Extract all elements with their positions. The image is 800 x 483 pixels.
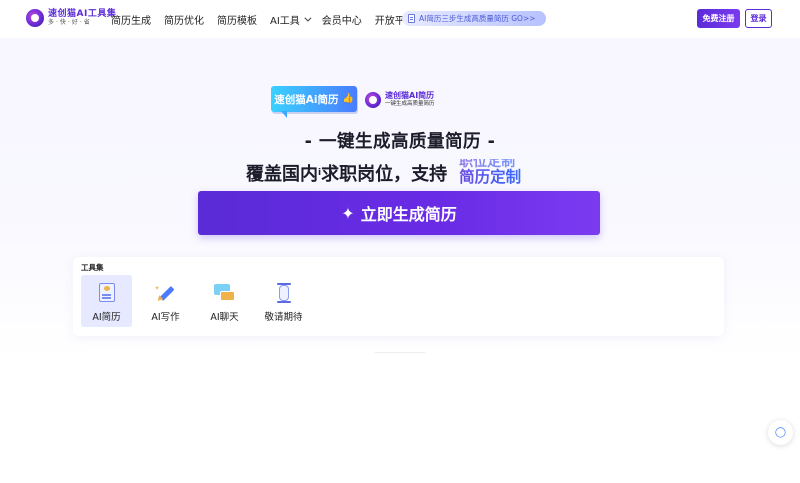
main-nav: 简历生成 简历优化 简历模板 AI工具 会员中心 开放平台: [111, 0, 428, 38]
tool-label: 敬请期待: [264, 312, 303, 323]
site-logo[interactable]: 速创猫AI工具集 多·快·好·省: [26, 9, 116, 27]
top-navbar: 速创猫AI工具集 多·快·好·省 简历生成 简历优化 简历模板 AI工具 会员中…: [0, 0, 800, 38]
logo-subtitle: 多·快·好·省: [48, 19, 92, 26]
nav-item-resume-generate[interactable]: 简历生成: [111, 12, 151, 27]
promo-banner[interactable]: AI简历三步生成高质量简历 GO>>: [402, 11, 546, 26]
headset-icon: ◯: [774, 427, 787, 438]
hero-brand-subtitle: 一键生成高质量简历: [385, 101, 435, 107]
hero-badge: 速创猫Ai简历 👍: [271, 86, 357, 118]
register-button[interactable]: 免费注册: [697, 9, 740, 28]
pen-icon: ✦: [155, 283, 177, 303]
tools-panel-title: 工具集: [81, 263, 104, 272]
tool-coming-soon[interactable]: 敬请期待: [258, 275, 309, 327]
document-icon: [408, 14, 415, 23]
tool-label: AI聊天: [210, 312, 239, 323]
tool-label: AI写作: [151, 312, 180, 323]
hero-subline-suffix: 求职岗位，支持: [321, 164, 448, 185]
logo-title: 速创猫AI工具集: [48, 9, 117, 19]
nav-item-resume-optimize[interactable]: 简历优化: [164, 12, 204, 27]
promo-text: AI简历三步生成高质量简历 GO>>: [419, 14, 536, 23]
hero-slogan: - 一键生成高质量简历 -: [304, 132, 496, 152]
tool-ai-writing[interactable]: ✦ AI写作: [140, 275, 191, 327]
nav-item-ai-tools-label: AI工具: [270, 15, 300, 27]
tool-ai-resume[interactable]: AI简历: [81, 275, 132, 327]
hero-subline: 覆盖国内 i 求职岗位，支持 职位定制 简历定制: [246, 159, 537, 187]
hero-brand-title: 速创猫AI简历: [385, 91, 435, 100]
divider: [375, 352, 425, 353]
generate-resume-label: 立即生成简历: [360, 205, 457, 224]
tool-label: AI简历: [92, 312, 121, 323]
login-button[interactable]: 登录: [745, 9, 772, 28]
hero-brand-logo: 速创猫AI简历 一键生成高质量简历: [365, 91, 435, 108]
generate-resume-button[interactable]: ✦ 立即生成简历: [198, 191, 600, 235]
resume-icon: [96, 283, 118, 303]
chevron-down-icon: [304, 14, 312, 22]
nav-item-resume-templates[interactable]: 简历模板: [217, 12, 257, 27]
thumbs-up-icon: 👍: [342, 94, 354, 104]
hero-badge-text: 速创猫Ai简历: [274, 93, 339, 106]
tools-panel: 工具集 AI简历 ✦ AI写作 AI聊天 敬请期待: [73, 257, 724, 336]
chat-icon: [213, 283, 236, 303]
hero-subline-prefix: 覆盖国内: [246, 164, 318, 185]
tool-ai-chat[interactable]: AI聊天: [199, 275, 250, 327]
sparkle-icon: ✦: [341, 203, 355, 223]
logo-mark-icon: [26, 9, 44, 27]
nav-item-member-center[interactable]: 会员中心: [322, 12, 362, 27]
hero-rotating-text: 职位定制 简历定制: [457, 159, 537, 187]
hourglass-icon: [273, 283, 295, 303]
nav-item-ai-tools[interactable]: AI工具: [270, 12, 312, 27]
brand-mark-icon: [365, 91, 381, 108]
rotating-text-current: 简历定制: [459, 165, 521, 187]
floating-help-button[interactable]: ◯: [768, 420, 793, 445]
